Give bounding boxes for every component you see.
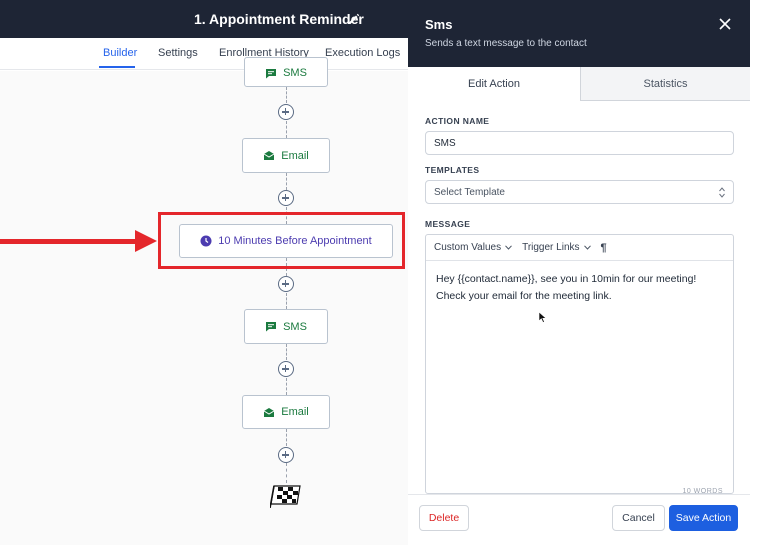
save-action-button[interactable]: Save Action <box>669 505 738 531</box>
custom-values-dropdown[interactable]: Custom Values <box>434 242 512 253</box>
action-name-value: SMS <box>434 137 456 149</box>
add-step-plus-icon[interactable] <box>278 276 294 292</box>
select-arrows-icon <box>719 187 725 198</box>
panel-subtitle: Sends a text message to the contact <box>425 38 587 49</box>
connector-line <box>286 121 287 138</box>
workflow-node-sms[interactable]: SMS <box>244 57 328 87</box>
node-label: SMS <box>283 67 307 79</box>
workflow-node-email[interactable]: Email <box>242 395 330 429</box>
connector-line <box>286 463 287 483</box>
message-text[interactable]: Hey {{contact.name}}, see you in 10min f… <box>436 271 726 305</box>
envelope-icon <box>263 151 275 160</box>
panel-footer: Delete Cancel Save Action <box>408 494 750 545</box>
action-side-panel: Sms Sends a text message to the contact … <box>408 0 763 545</box>
active-tab-indicator <box>99 66 135 68</box>
pencil-icon[interactable] <box>347 12 361 26</box>
connector-line <box>286 293 287 309</box>
message-editor[interactable]: Custom Values Trigger Links ¶ Hey {{cont… <box>425 234 734 495</box>
editor-toolbar: Custom Values Trigger Links ¶ <box>426 235 733 261</box>
add-step-plus-icon[interactable] <box>278 190 294 206</box>
workflow-node-email[interactable]: Email <box>242 138 330 173</box>
highlight-box <box>158 212 405 269</box>
panel-scroll-edge <box>750 0 763 545</box>
tab-builder[interactable]: Builder <box>103 47 137 59</box>
templates-placeholder: Select Template <box>434 186 505 198</box>
connector-line <box>286 429 287 446</box>
templates-select[interactable]: Select Template <box>425 180 734 204</box>
action-name-label: ACTION NAME <box>425 116 490 126</box>
workflow-title: 1. Appointment Reminder <box>194 11 364 27</box>
message-line: Check your email for the meeting link. <box>436 290 612 302</box>
message-icon <box>266 69 277 79</box>
mouse-cursor-icon <box>538 311 547 323</box>
message-label: MESSAGE <box>425 219 471 229</box>
tab-settings[interactable]: Settings <box>158 47 198 59</box>
panel-tabs: Edit Action Statistics <box>408 67 750 101</box>
connector-line <box>286 173 287 190</box>
connector-line <box>286 378 287 395</box>
node-label: Email <box>281 149 309 162</box>
custom-values-label: Custom Values <box>434 242 502 253</box>
message-line: Hey {{contact.name}}, see you in 10min f… <box>436 273 697 285</box>
workflow-canvas <box>0 71 408 545</box>
panel-title: Sms <box>425 17 453 32</box>
workflow-node-sms[interactable]: SMS <box>244 309 328 344</box>
workflow-tabs: Builder Settings Enrollment History Exec… <box>0 38 408 70</box>
templates-label: TEMPLATES <box>425 165 480 175</box>
connector-line <box>286 87 287 103</box>
chevron-down-icon <box>583 245 591 250</box>
add-step-plus-icon[interactable] <box>278 104 294 120</box>
message-icon <box>266 322 277 332</box>
cancel-button[interactable]: Cancel <box>612 505 665 531</box>
workflow-header: 1. Appointment Reminder <box>0 0 408 38</box>
trigger-links-dropdown[interactable]: Trigger Links <box>522 242 591 253</box>
node-label: Email <box>281 406 309 418</box>
envelope-icon <box>263 407 275 417</box>
connector-line <box>286 344 287 360</box>
delete-button[interactable]: Delete <box>419 505 469 531</box>
node-label: SMS <box>283 320 307 333</box>
finish-flag-icon <box>270 485 301 508</box>
annotation-arrow <box>0 239 137 244</box>
close-icon[interactable] <box>718 17 732 31</box>
chevron-down-icon <box>505 245 512 250</box>
add-step-plus-icon[interactable] <box>278 361 294 377</box>
trigger-links-label: Trigger Links <box>522 242 580 253</box>
action-name-input[interactable]: SMS <box>425 131 734 155</box>
tab-execution-logs[interactable]: Execution Logs <box>325 47 400 59</box>
annotation-arrow-head <box>135 230 157 252</box>
tab-edit-action[interactable]: Edit Action <box>408 67 581 101</box>
paragraph-icon[interactable]: ¶ <box>601 242 607 254</box>
add-step-plus-icon[interactable] <box>278 447 294 463</box>
tab-statistics[interactable]: Statistics <box>581 67 750 101</box>
panel-header: Sms Sends a text message to the contact <box>408 0 750 67</box>
